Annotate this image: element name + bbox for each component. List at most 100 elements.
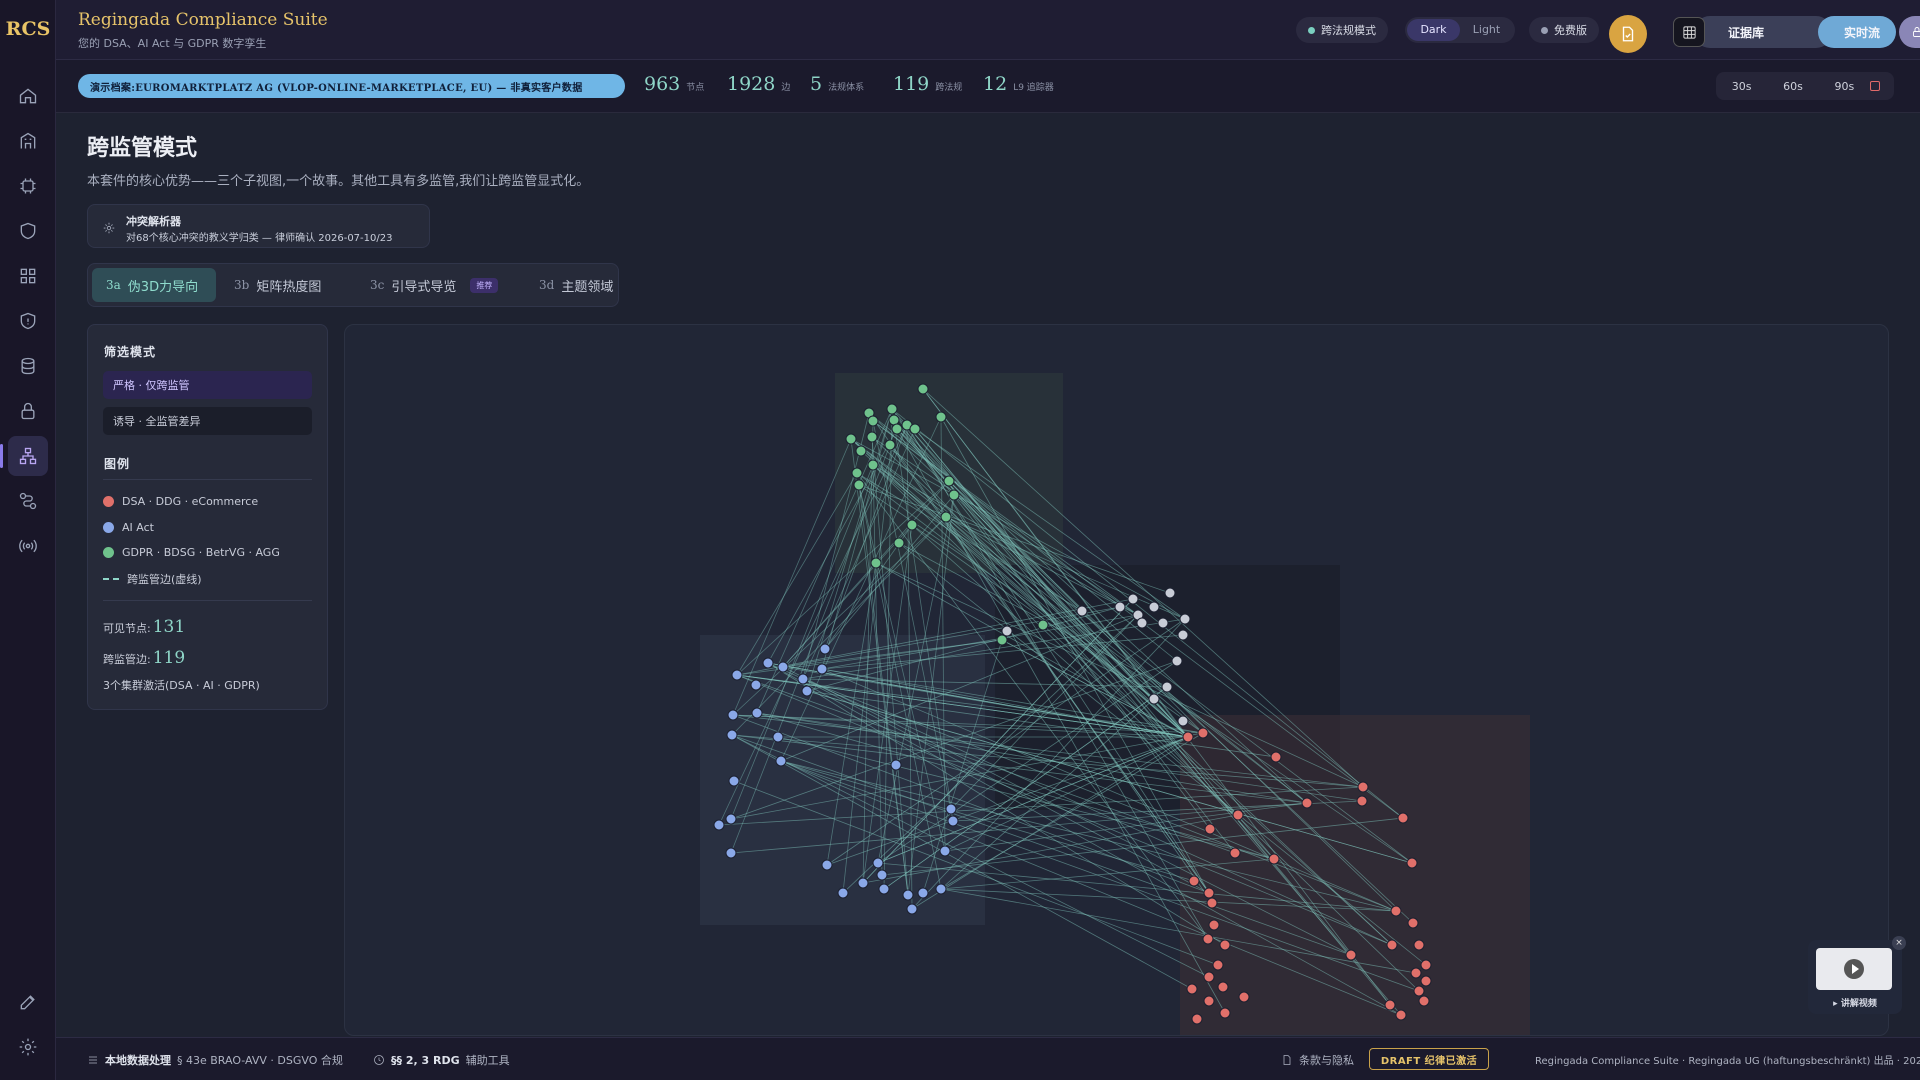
gear-icon [19, 1038, 37, 1056]
sidebar-chip[interactable] [8, 166, 48, 206]
stop-icon[interactable] [1869, 81, 1880, 91]
tab-3a[interactable]: 3a 伪3D力导向 [92, 268, 216, 302]
tab-3d[interactable]: 3d 主题领域 [525, 268, 627, 302]
stat-value: 12 [983, 73, 1008, 95]
filter-strict-option[interactable]: 严格 · 仅跨监管 [103, 371, 312, 399]
sidebar-shield-check[interactable] [8, 301, 48, 341]
sidebar-grid[interactable] [8, 256, 48, 296]
video-label: ▸ 讲解视频 [1833, 999, 1877, 1009]
chip-icon [20, 178, 36, 194]
ai-swatch [103, 522, 114, 533]
mode-label: 跨法规模式 [1321, 24, 1376, 37]
ai-act-node [751, 707, 763, 719]
ai-act-node [857, 877, 869, 889]
gear-icon [102, 220, 116, 234]
dsa-node [1268, 853, 1280, 865]
gdpr-node [870, 557, 882, 569]
stat-label: 跨法规 [935, 83, 963, 93]
layout-grid-button[interactable] [1673, 17, 1705, 47]
dsa-node [1418, 995, 1430, 1007]
close-icon[interactable]: × [1892, 936, 1906, 950]
plan-badge[interactable]: 免费版 [1529, 17, 1599, 43]
resolver-detail: 对68个核心冲突的教义学归类 — 律师确认 2026-07-10/23 [126, 233, 393, 244]
dsa-node [1301, 797, 1313, 809]
dsa-node [1202, 933, 1214, 945]
gdpr-node [867, 415, 879, 427]
ai-act-node [801, 685, 813, 697]
app-logo[interactable]: RCS [0, 18, 56, 40]
ai-act-node [945, 803, 957, 815]
video-thumbnail[interactable] [1816, 948, 1892, 990]
ai-act-node [772, 731, 784, 743]
sidebar-home[interactable] [8, 76, 48, 116]
plan-dot [1541, 26, 1548, 34]
gdpr-node [917, 383, 929, 395]
dsa-node [1270, 751, 1282, 763]
filter-heading: 筛选模式 [104, 345, 157, 359]
legend-item-dsa: DSA · DDG · eCommerce [103, 495, 258, 508]
ai-act-node [816, 663, 828, 675]
graph-svg[interactable] [345, 325, 1889, 1036]
sidebar-settings[interactable] [8, 1027, 48, 1067]
dsa-node [1407, 917, 1419, 929]
timer-60s[interactable]: 60s [1767, 80, 1818, 93]
evidence-vault-button[interactable]: 证据库 [1694, 16, 1832, 48]
ai-act-node [935, 883, 947, 895]
gdpr-node [888, 414, 900, 426]
ai-act-node [750, 679, 762, 691]
ai-act-node [819, 643, 831, 655]
dsa-node [1406, 857, 1418, 869]
dsa-node [1420, 959, 1432, 971]
sidebar-edit[interactable] [8, 982, 48, 1022]
dsa-node [1397, 812, 1409, 824]
ai-act-node [726, 729, 738, 741]
gdpr-node [940, 511, 952, 523]
timer-30s[interactable]: 30s [1716, 80, 1767, 93]
edit-icon [20, 995, 35, 1010]
clock-icon [374, 1055, 384, 1065]
conflict-resolver-card[interactable]: 冲突解析器 对68个核心冲突的教义学归类 — 律师确认 2026-07-10/2… [87, 204, 430, 248]
sidebar-lock[interactable] [8, 391, 48, 431]
dsa-node [1238, 991, 1250, 1003]
dashed-line-icon [103, 578, 119, 580]
ai-act-node [902, 889, 914, 901]
tab-3b[interactable]: 3b 矩阵热度图 [220, 268, 335, 302]
divider [103, 479, 312, 480]
sidebar-network[interactable] [0, 436, 48, 476]
hub-node [1164, 587, 1176, 599]
ai-act-node [876, 869, 888, 881]
tab-label: 引导式导览 [391, 279, 457, 295]
sidebar-route[interactable] [8, 481, 48, 521]
theme-light-option[interactable]: Light [1460, 19, 1513, 41]
force-graph-canvas[interactable] [344, 324, 1889, 1036]
report-avatar-button[interactable] [1609, 15, 1647, 53]
stat-regimes: 5 法规体系 [810, 73, 864, 95]
sidebar-database[interactable] [8, 346, 48, 386]
sidebar-building[interactable] [8, 121, 48, 161]
local-label: 本地数据处理 [105, 1054, 171, 1067]
explainer-video-widget[interactable]: ▸ 讲解视频 × [1808, 936, 1906, 1014]
sidebar-shield[interactable] [8, 211, 48, 251]
stat-value: 119 [893, 73, 930, 95]
resolver-title: 冲突解析器 [126, 215, 181, 228]
dsa-node [1410, 967, 1422, 979]
sidebar-broadcast[interactable] [8, 526, 48, 566]
ai-act-node [775, 755, 787, 767]
play-icon[interactable] [1844, 959, 1864, 979]
hub-node [1001, 625, 1013, 637]
dsa-node [1188, 875, 1200, 887]
terms-link[interactable]: 条款与隐私 [1281, 1052, 1354, 1068]
dsa-node [1203, 971, 1215, 983]
count-value: 119 [152, 648, 186, 668]
visible-nodes-count: 可见节点: 131 [103, 617, 185, 637]
theme-dark-option[interactable]: Dark [1407, 19, 1460, 41]
filter-inductive-option[interactable]: 诱导 · 全监管差异 [103, 407, 312, 435]
timer-90s[interactable]: 90s [1819, 80, 1870, 93]
sidebar: RCS [0, 0, 56, 1080]
local-processing-info: 本地数据处理 § 43e BRAO-AVV · DSGVO 合规 [87, 1052, 343, 1068]
live-stream-button[interactable]: 实时流 [1818, 16, 1896, 48]
tab-3c[interactable]: 3c 引导式导览 推荐 [356, 268, 512, 302]
ai-button[interactable]: AI [1899, 16, 1920, 48]
ai-act-node [762, 657, 774, 669]
cross-regulation-mode-toggle[interactable]: 跨法规模式 [1296, 17, 1388, 43]
